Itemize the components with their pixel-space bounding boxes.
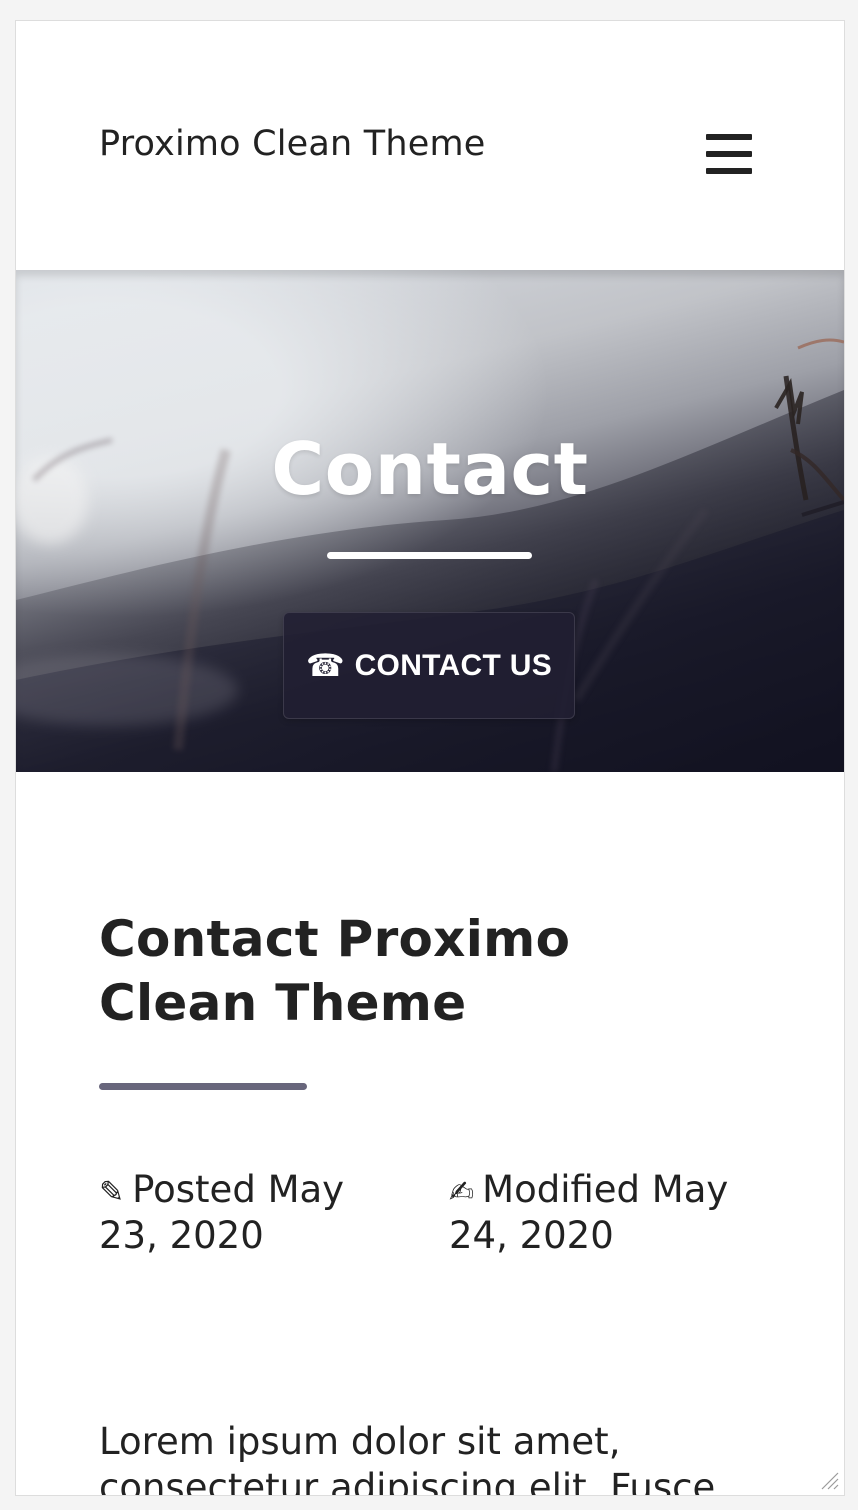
phone-icon: ☎ bbox=[305, 648, 345, 683]
resize-grip-icon[interactable] bbox=[816, 1467, 840, 1491]
contact-us-label: CONTACT US bbox=[354, 648, 553, 682]
site-header: Proximo Clean Theme bbox=[16, 21, 844, 270]
modified-date-text: Modified May 24, 2020 bbox=[449, 1168, 729, 1257]
site-title[interactable]: Proximo Clean Theme bbox=[99, 124, 486, 164]
writing-hand-icon: ✍ bbox=[449, 1175, 475, 1210]
page-content: Contact Proximo Clean Theme ✎ Posted May … bbox=[16, 772, 844, 1495]
posted-date-text: Posted May 23, 2020 bbox=[99, 1168, 345, 1257]
menu-bar bbox=[706, 168, 752, 174]
hero-title: Contact bbox=[271, 427, 589, 511]
page-body-text: Lorem ipsum dolor sit amet, consectetur … bbox=[99, 1420, 716, 1496]
menu-bar bbox=[706, 151, 752, 157]
page-title: Contact Proximo Clean Theme bbox=[99, 910, 571, 1032]
page-title-divider bbox=[99, 1083, 307, 1090]
hero-title-divider bbox=[327, 552, 532, 559]
page-frame: Proximo Clean Theme Contact ☎ CONTACT US… bbox=[15, 20, 845, 1496]
hero-banner: Contact ☎ CONTACT US bbox=[16, 270, 844, 772]
modified-date-meta: ✍ Modified May 24, 2020 bbox=[449, 1167, 769, 1259]
pencil-icon: ✎ bbox=[99, 1175, 125, 1210]
contact-us-button[interactable]: ☎ CONTACT US bbox=[283, 612, 575, 719]
hamburger-menu-icon[interactable] bbox=[706, 134, 752, 174]
menu-bar bbox=[706, 134, 752, 140]
posted-date-meta: ✎ Posted May 23, 2020 bbox=[99, 1167, 414, 1259]
